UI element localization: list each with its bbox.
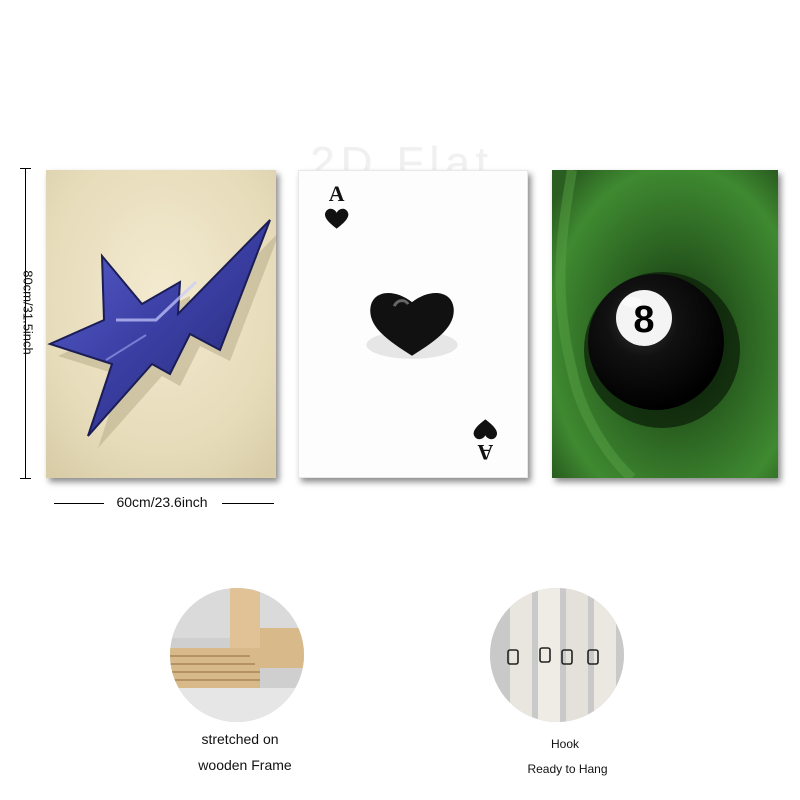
hook-caption-line1: Hook	[550, 737, 579, 751]
panel-ace-card-artwork: A A	[298, 170, 528, 478]
width-dimension-label: 60cm/23.6inch	[116, 494, 208, 510]
panel-star-artwork	[46, 170, 276, 478]
frame-caption-line2: wooden Frame	[198, 757, 292, 773]
eight-ball-artwork-image: 8	[552, 170, 778, 478]
star-artwork-image	[46, 170, 276, 478]
panel-eight-ball-artwork: 8	[552, 170, 778, 478]
width-dimension-line-left	[54, 503, 104, 504]
frame-caption-line1: stretched on	[201, 731, 279, 747]
wooden-frame-photo	[170, 588, 304, 722]
height-dimension-label: 80cm/31.5inch	[20, 270, 36, 355]
card-rank-top: A	[329, 182, 345, 206]
ace-card-artwork-image: A A	[299, 171, 527, 477]
height-dimension-cap-bottom	[20, 478, 31, 479]
hook-caption-line2: Ready to Hang	[527, 762, 608, 776]
hook-photo	[490, 588, 624, 722]
card-rank-bottom: A	[477, 440, 493, 464]
hook-image	[490, 588, 624, 722]
width-dimension-line-right	[222, 503, 274, 504]
wooden-frame-image	[170, 588, 304, 722]
